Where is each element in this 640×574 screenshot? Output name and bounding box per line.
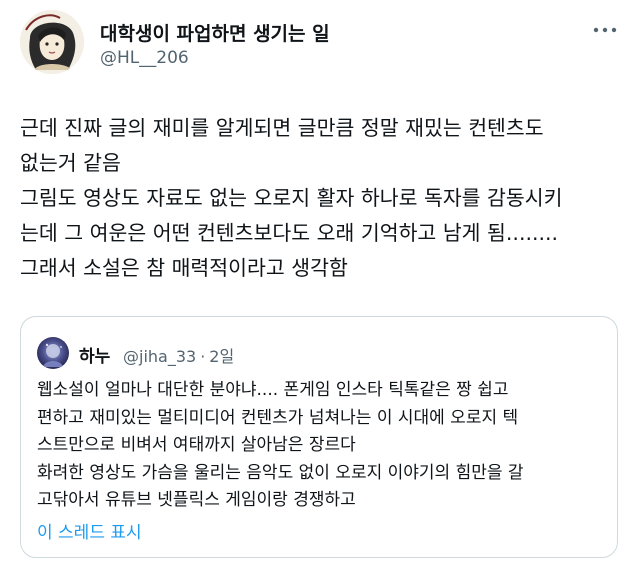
quoted-tweet-header: 하누 @jiha_33 · 2일: [37, 337, 597, 369]
more-options-icon: [593, 27, 617, 33]
tweet-header: 대학생이 파업하면 생기는 일 @HL__206: [20, 8, 620, 78]
more-options-button[interactable]: [590, 18, 620, 42]
tweet-text-line: 는데 그 여운은 어떤 컨텐츠보다도 오래 기억하고 남게 됨........: [20, 221, 559, 245]
quoted-tweet-text: 웹소설이 얼마나 대단한 분야냐.... 폰게임 인스타 틱톡같은 짱 쉽고 편…: [37, 377, 607, 515]
tweet-text-line: 없는거 같음: [20, 151, 121, 175]
quoted-text-line: 편하고 재미있는 멀티미디어 컨텐츠가 넘쳐나는 이 시대에 오로지 텍: [37, 407, 519, 428]
avatar-illustration-icon: [20, 10, 84, 74]
quoted-author-handle[interactable]: @jiha_33: [123, 347, 196, 366]
tweet-text-line: 그림도 영상도 자료도 없는 오로지 활자 하나로 독자를 감동시키: [20, 186, 563, 210]
quoted-text-line: 화려한 영상도 가슴을 울리는 음악도 없이 오로지 이야기의 힘만을 갈: [37, 462, 524, 483]
quoted-author-avatar[interactable]: [37, 337, 69, 369]
quoted-text-line: 고닦아서 유튜브 넷플릭스 게임이랑 경쟁하고: [37, 490, 356, 510]
tweet-text-line: 근데 진짜 글의 재미를 알게되면 글만큼 정말 재밌는 컨텐츠도: [20, 116, 544, 140]
quoted-tweet-card[interactable]: 하누 @jiha_33 · 2일 웹소설이 얼마나 대단한 분야냐.... 폰게임 …: [20, 316, 618, 558]
show-thread-link[interactable]: 이 스레드 표시: [37, 518, 142, 543]
quoted-author-meta: @jiha_33 · 2일: [123, 343, 238, 367]
quoted-timestamp[interactable]: 2일: [209, 347, 234, 366]
tweet-text-line: 그래서 소설은 참 매력적이라고 생각함: [20, 256, 348, 280]
author-display-name[interactable]: 대학생이 파업하면 생기는 일: [100, 19, 330, 46]
author-avatar[interactable]: [20, 10, 84, 74]
meta-separator: ·: [200, 347, 206, 366]
author-handle[interactable]: @HL__206: [100, 48, 189, 68]
avatar-icon: [37, 337, 69, 369]
quoted-text-line: 웹소설이 얼마나 대단한 분야냐.... 폰게임 인스타 틱톡같은 짱 쉽고: [37, 380, 509, 400]
quoted-text-line: 스트만으로 비벼서 여태까지 살아남은 장르다: [37, 435, 356, 455]
tweet-text: 근데 진짜 글의 재미를 알게되면 글만큼 정말 재밌는 컨텐츠도 없는거 같음…: [20, 111, 620, 286]
quoted-author-name[interactable]: 하누: [79, 342, 110, 367]
